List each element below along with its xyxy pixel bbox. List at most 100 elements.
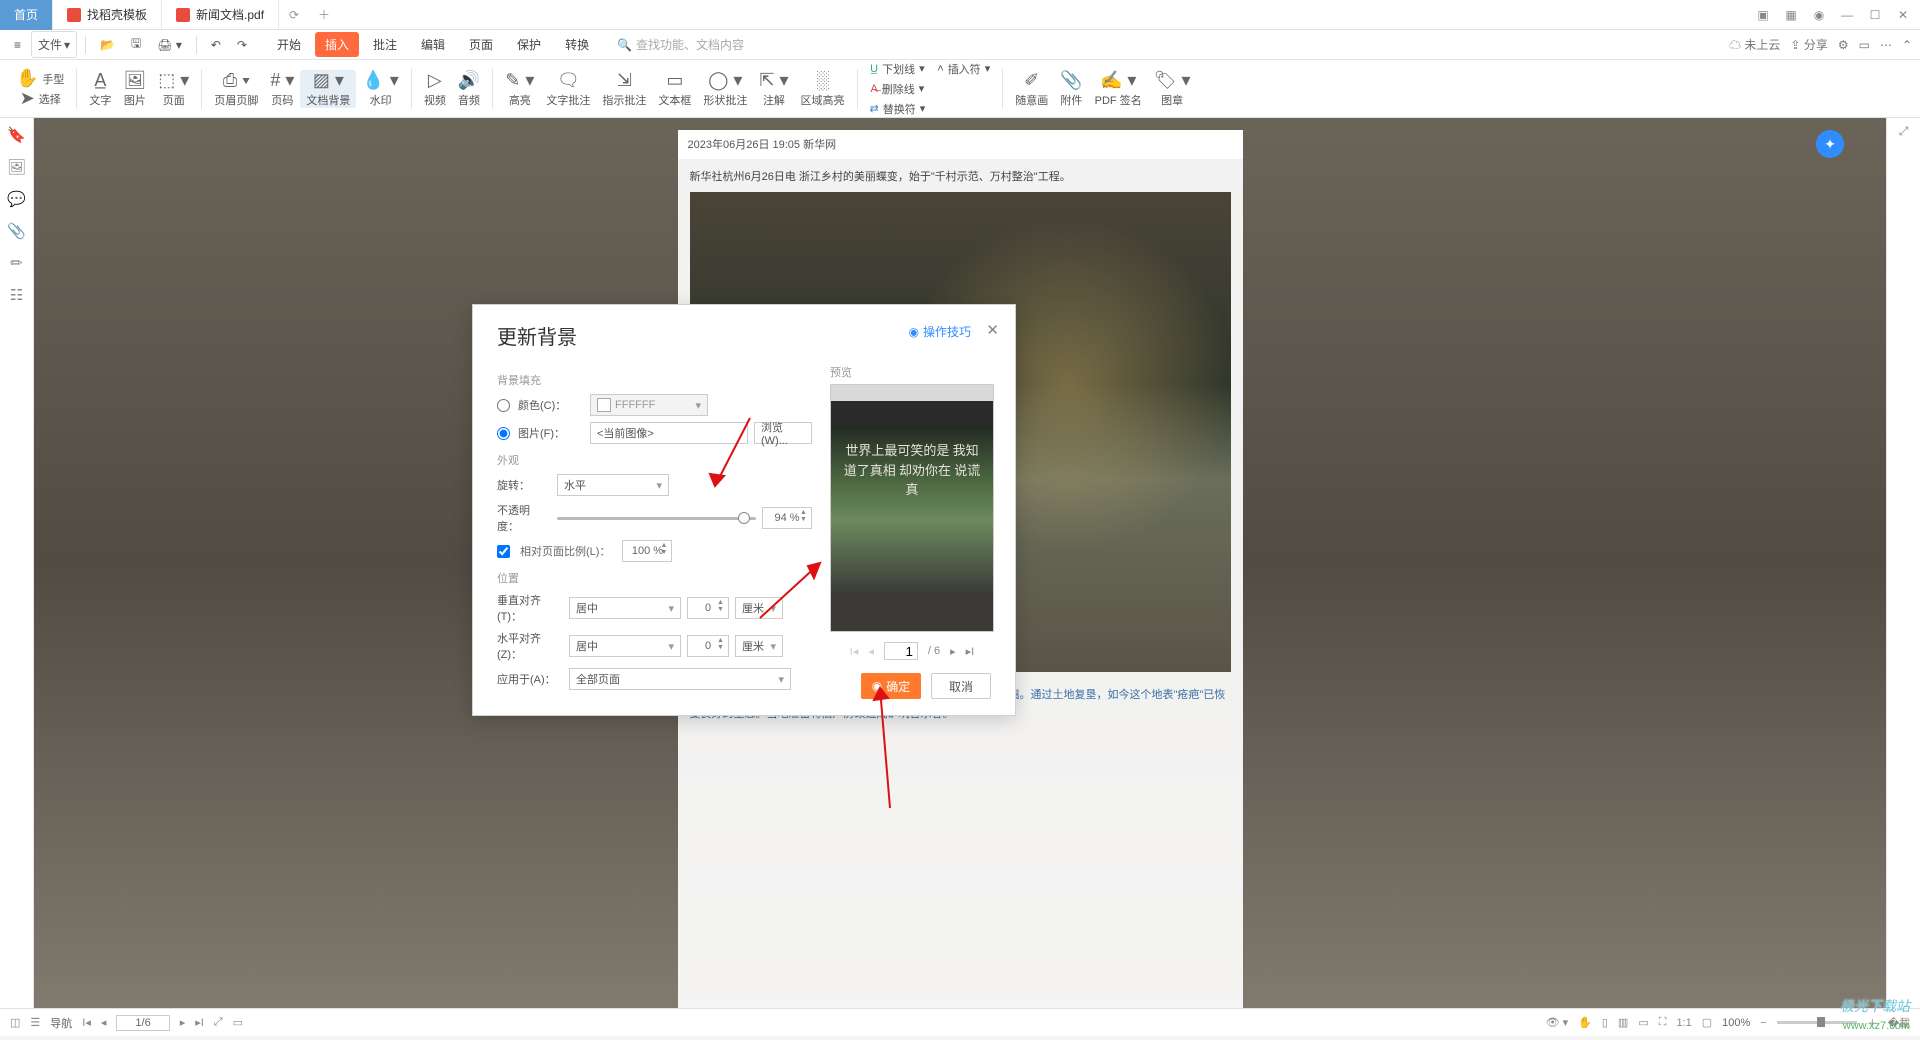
settings-icon[interactable]: ⚙ [1838, 38, 1849, 52]
tab-convert[interactable]: 转换 [555, 32, 599, 57]
apply-dropdown[interactable]: 全部页面▾ [569, 668, 791, 690]
file-menu[interactable]: 文件 ▾ [31, 31, 77, 58]
sb-nav-label[interactable]: 导航 [50, 1015, 72, 1031]
rb-watermark[interactable]: 💧 ▾水印 [356, 70, 404, 108]
tab-template[interactable]: 找稻壳模板 [53, 0, 162, 30]
collapse-icon[interactable]: ⌃ [1902, 38, 1912, 52]
layers-icon[interactable]: ☷ [10, 286, 23, 304]
rb-textnote[interactable]: 🗨文字批注 [540, 70, 596, 108]
cancel-button[interactable]: 取消 [931, 673, 991, 699]
close-icon[interactable]: ✕ [1894, 8, 1912, 22]
rb-sign[interactable]: ✍ ▾PDF 签名 [1089, 70, 1148, 108]
dialog-close[interactable]: ✕ [986, 321, 999, 339]
rb-highlight[interactable]: ✎ ▾高亮 [499, 70, 540, 108]
hand-tool[interactable]: ✋手型 [10, 70, 70, 88]
browse-button[interactable]: 浏览(W)... [754, 422, 812, 444]
sb-next-icon[interactable]: ▸ [180, 1016, 186, 1029]
user-icon[interactable]: ◉ [1810, 8, 1828, 22]
cloud-status[interactable]: ☁ 未上云 [1729, 36, 1780, 53]
apps-icon[interactable]: ▦ [1782, 8, 1800, 22]
radio-color[interactable] [497, 399, 510, 412]
rb-note[interactable]: ⇱ ▾注解 [753, 70, 794, 108]
vunit[interactable]: 厘米▾ [735, 597, 783, 619]
rb-attach[interactable]: 📎附件 [1054, 70, 1088, 108]
sb-fit-icon[interactable]: ⤢ [214, 1016, 223, 1029]
rb-pagenum[interactable]: # ▾页码 [264, 70, 300, 108]
sb-prev-icon[interactable]: ◂ [101, 1016, 107, 1029]
preview-page-input[interactable] [884, 642, 918, 660]
tab-protect[interactable]: 保护 [507, 32, 551, 57]
tab-annot[interactable]: 批注 [363, 32, 407, 57]
sb-fitpage-icon[interactable]: ▢ [1702, 1016, 1712, 1029]
rb-stamp[interactable]: 🏷 ▾图章 [1148, 70, 1197, 108]
minimize-icon[interactable]: — [1838, 8, 1856, 22]
rb-textbox[interactable]: ▭文本框 [652, 70, 697, 108]
rb-headerfooter[interactable]: ⎙ ▾页眉页脚 [208, 70, 264, 108]
image-field[interactable]: <当前图像> [590, 422, 748, 444]
select-tool[interactable]: ➤选择 [10, 90, 70, 108]
valign-dropdown[interactable]: 居中▾ [569, 597, 681, 619]
rb-replace[interactable]: ⇄ 替换符 ▾ [864, 100, 932, 118]
ok-button[interactable]: ◉ 确定 [861, 673, 921, 699]
open-icon[interactable]: 📂 [94, 34, 121, 56]
sb-1to1-icon[interactable]: 1:1 [1676, 1017, 1691, 1029]
print-icon[interactable]: 🖨 ▾ [151, 34, 188, 56]
sb-last-icon[interactable]: ▸I [195, 1016, 204, 1029]
save-icon[interactable]: 🖫 [125, 30, 147, 59]
hoffset[interactable]: 0▲▼ [687, 635, 729, 657]
tab-page[interactable]: 页面 [459, 32, 503, 57]
rb-image[interactable]: 🖼图片 [117, 70, 152, 108]
sb-fit2-icon[interactable]: ▭ [233, 1016, 243, 1029]
scale-value[interactable]: 100 %▲▼ [622, 540, 672, 562]
layout-icon[interactable]: ▣ [1754, 8, 1772, 22]
undo-icon[interactable]: ↶ [205, 34, 227, 56]
nav-next-icon[interactable]: ▸ [950, 645, 956, 658]
maximize-icon[interactable]: ☐ [1866, 8, 1884, 22]
rb-strike[interactable]: A̶ 删除线 ▾ [864, 80, 932, 98]
shape-icon[interactable]: ✏ [10, 254, 23, 272]
attach-icon[interactable]: 📎 [7, 222, 26, 240]
nav-first-icon[interactable]: I◂ [850, 645, 859, 658]
sb-panel-icon[interactable]: ◫ [10, 1016, 20, 1029]
share-button[interactable]: ⇪ 分享 [1790, 36, 1827, 53]
rb-page[interactable]: ⬚ ▾页面 [152, 70, 195, 108]
rb-underline[interactable]: U̲ 下划线 ▾ [864, 60, 932, 78]
zoom-out-icon[interactable]: − [1760, 1017, 1766, 1029]
thumb-icon[interactable]: 🖼 [7, 158, 26, 176]
sb-view3-icon[interactable]: ▭ [1638, 1016, 1648, 1029]
rb-video[interactable]: ▷视频 [418, 70, 452, 108]
rb-docbg[interactable]: ▨ ▾文档背景 [300, 70, 356, 108]
sb-view2-icon[interactable]: ▥ [1618, 1016, 1628, 1029]
rb-shapenote[interactable]: ◯ ▾形状批注 [697, 70, 753, 108]
voffset[interactable]: 0▲▼ [687, 597, 729, 619]
tab-sync-icon[interactable]: ⟳ [279, 8, 309, 22]
color-dropdown[interactable]: FFFFFF▾ [590, 394, 708, 416]
search-box[interactable]: 🔍 查找功能、文档内容 [617, 36, 744, 53]
opacity-slider[interactable] [557, 517, 756, 520]
sb-first-icon[interactable]: I◂ [82, 1016, 91, 1029]
scale-checkbox[interactable] [497, 545, 510, 558]
rotate-dropdown[interactable]: 水平▾ [557, 474, 669, 496]
sb-page[interactable]: 1/6 [116, 1015, 169, 1031]
sb-view1-icon[interactable]: ▯ [1602, 1016, 1608, 1029]
sb-view4-icon[interactable]: ⛶ [1659, 1016, 1667, 1029]
tab-edit[interactable]: 编辑 [411, 32, 455, 57]
radio-image[interactable] [497, 427, 510, 440]
bookmark-icon[interactable]: 🔖 [7, 126, 26, 144]
more-icon[interactable]: ⋯ [1880, 38, 1892, 52]
tab-add[interactable]: ＋ [309, 6, 339, 23]
rb-insertsym[interactable]: ˄ 插入符 ▾ [931, 60, 996, 78]
window-icon[interactable]: ▭ [1859, 38, 1870, 52]
panel-toggle-icon[interactable]: ⤢ [1899, 124, 1909, 139]
halign-dropdown[interactable]: 居中▾ [569, 635, 681, 657]
redo-icon[interactable]: ↷ [231, 34, 253, 56]
tab-home[interactable]: 首页 [0, 0, 53, 30]
rb-audio[interactable]: 🔊音频 [452, 70, 486, 108]
rb-pointnote[interactable]: ⇲指示批注 [596, 70, 652, 108]
tab-insert[interactable]: 插入 [315, 32, 359, 57]
rb-freedraw[interactable]: ✐随意画 [1009, 70, 1054, 108]
sb-eye-icon[interactable]: 👁 ▾ [1546, 1016, 1569, 1029]
hunit[interactable]: 厘米▾ [735, 635, 783, 657]
tab-document[interactable]: 新闻文档.pdf [162, 0, 279, 30]
comment-icon[interactable]: 💬 [7, 190, 26, 208]
